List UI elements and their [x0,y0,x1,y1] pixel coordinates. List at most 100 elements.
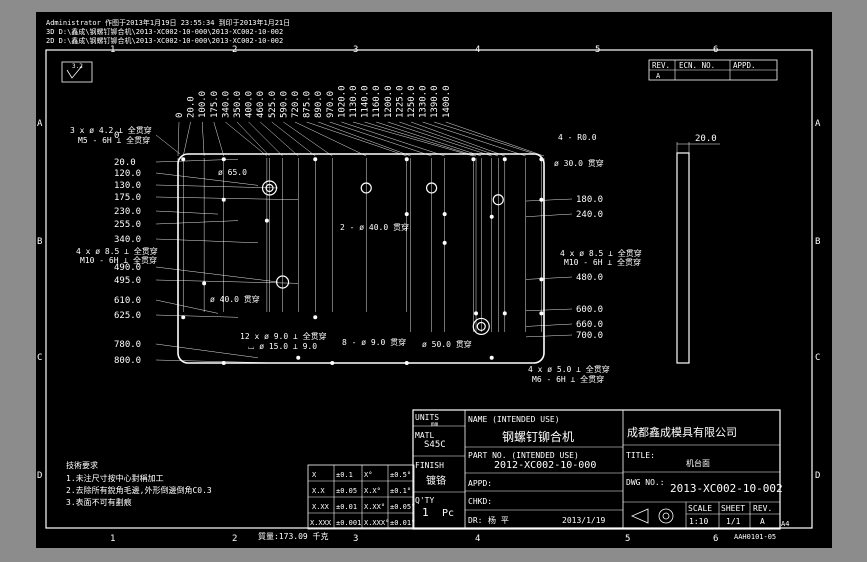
svg-text:X.XXX: X.XXX [310,519,332,527]
y-right-dim-label: 700.0 [576,331,603,341]
y-dim-label: 610.0 [114,296,141,306]
y-right-leader [525,198,573,202]
y-leader-line [155,210,219,215]
projection-symbol [631,508,674,524]
svg-text:3.2: 3.2 [72,63,83,70]
svg-text:±0.1°: ±0.1° [390,487,411,495]
x-dim-label: 890.0 [314,91,324,118]
svg-text:X.X: X.X [312,487,325,495]
x-leader-line [236,121,270,157]
x-leader-line [434,121,542,157]
matl-value: S45C [424,440,446,450]
y-leader-line [155,238,259,244]
partno-label: PART NO. (INTENDED USE) [468,451,579,460]
note-tapped-m5-spec: M5 - 6H ⊥ 全贯穿 [78,135,150,145]
tolerance-table: X ±0.1 X° ±0.5° X.X ±0.05 X.X° ±0.1° X.X… [307,464,415,530]
zone-bottom-3: 3 [353,534,358,544]
tech-title: 技術要求 [66,460,98,470]
svg-text:X°: X° [364,471,372,479]
y-leader-line [155,266,279,283]
title-block: UNITS mm MATL S45C FINISH 镀铬 Q'TY 1 Pc N… [412,409,783,530]
y-leader-line [155,343,259,358]
dwg-label: DWG NO.: [626,478,665,487]
surface-finish-symbol: 3.2 [61,61,93,83]
x-leader-line [294,121,367,157]
ecn-header: ECN. NO. [679,61,715,70]
hole-marker [471,157,476,162]
drawing-title: 机台面 [686,458,710,468]
note-m10-right-spec: M10 - 6H ⊥ 全贯穿 [564,257,641,267]
svg-text:±0.05: ±0.05 [336,487,357,495]
x-leader-line [213,121,224,157]
rev-label: REV. [753,504,772,513]
hole-marker [181,315,186,320]
header-line-1: Administrator 作图于2013年1月19日 23:55:34 到印于… [46,18,290,27]
y-right-leader [525,308,573,311]
x-dim-label: 100.0 [198,91,208,118]
note-counterbore-spec: ⌴ ø 15.0 ⊥ 9.0 [248,342,317,351]
zone-left-C: C [37,353,42,363]
part-name: 钢螺钉铆合机 [502,429,574,444]
svg-text:X.XX°: X.XX° [364,503,385,511]
drawing-number: 2013-XC002-10-002 [670,482,783,495]
drawn-by: 杨 平 [488,515,509,525]
form-number: AAH0101-05 [734,533,776,541]
cad-viewport[interactable]: Administrator 作图于2013年1月19日 23:55:34 到印于… [0,0,867,562]
paper-size: A4 [781,520,789,528]
side-view: 20.0 [676,134,720,364]
hole-marker [221,361,226,365]
scale-label: SCALE [688,504,712,513]
zone-bottom-1: 1 [110,534,115,544]
svg-text:±0.05°: ±0.05° [390,503,415,511]
x-dim-label: 20.0 [187,96,197,118]
svg-text:X: X [312,471,317,479]
zone-top-3: 3 [353,45,358,55]
y-dim-label: 800.0 [114,356,141,366]
zone-top-1: 1 [110,45,115,55]
x-dim-label: 590.0 [279,91,289,118]
y-dim-label: 120.0 [114,169,141,179]
qty-unit: Pc [442,508,454,519]
note-hole-50: ø 50.0 贯穿 [422,339,472,349]
x-dim-label: 340.0 [221,91,231,118]
x-dim-label: 0 [175,113,185,118]
note-m6: 4 x ø 5.0 ⊥ 全贯穿 [528,364,610,374]
y-right-dim-label: 480.0 [576,273,603,283]
svg-text:±0.01: ±0.01 [336,503,357,511]
note-8-holes-9: 8 - ø 9.0 贯穿 [342,337,406,347]
name-label: NAME (INTENDED USE) [468,415,560,424]
dr-label: DR: [468,516,482,525]
tech-line-3: 3.表面不可有劃痕 [66,497,132,507]
note-corner-radius: 4 - R0.0 [558,133,597,142]
zone-right-C: C [815,353,820,363]
note-tapped-m5: 3 x ø 4.2 ⊥ 全贯穿 [70,125,152,135]
x-dim-label: 1400.0 [442,85,452,118]
x-dim-label: 1020.0 [337,85,347,118]
appd-header: APPD. [733,61,756,70]
y-dim-label: 340.0 [114,235,141,245]
note-m6-spec: M6 - 6H ⊥ 全贯穿 [532,374,604,384]
hole-marker [474,311,479,316]
hole-marker [502,311,507,316]
x-dim-label: 1200.0 [384,85,394,118]
chkd-label: CHKD: [468,497,492,506]
revision-table: REV. ECN. NO. APPD. A [648,59,778,81]
zone-top-6: 6 [713,45,718,55]
hole-marker [442,212,447,217]
finish-value: 镀铬 [426,474,446,487]
y-dim-label: 495.0 [114,276,141,286]
hole-marker [181,157,186,162]
zone-left-B: B [37,237,42,247]
y-leader-line [155,314,239,318]
x-dim-label: 525.0 [268,91,278,118]
y-right-dim-label: 600.0 [576,305,603,315]
x-leader-line [318,121,411,157]
drawing-canvas: Administrator 作图于2013年1月19日 23:55:34 到印于… [37,18,821,544]
weight-label: 質量:173.09 千克 [258,531,329,541]
hole-marker [264,218,269,223]
y-right-dim-label: 180.0 [576,195,603,205]
hole-marker [404,157,409,162]
note-2-holes-40: 2 - ø 40.0 贯穿 [340,222,409,232]
x-leader-line [177,121,180,157]
appd-label: APPD: [468,479,492,488]
